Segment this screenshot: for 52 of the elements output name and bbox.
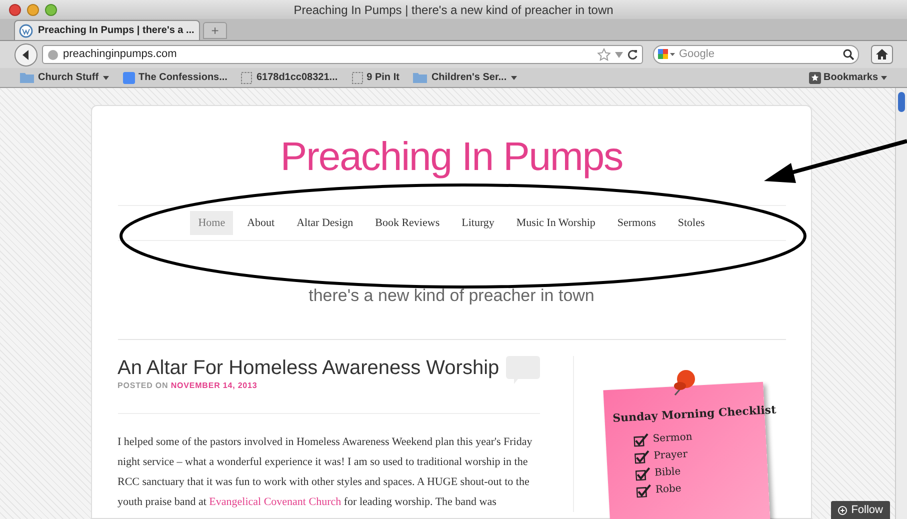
plus-circle-icon xyxy=(838,506,848,514)
site-logo-icon xyxy=(19,24,33,38)
minimize-window-icon[interactable] xyxy=(27,4,39,16)
dropdown-icon[interactable] xyxy=(615,52,623,58)
nav-link[interactable]: Sermons xyxy=(609,210,664,236)
address-field[interactable]: preachinginpumps.com xyxy=(42,45,643,64)
bookmarks-menu[interactable]: Bookmarks xyxy=(808,70,887,85)
back-button[interactable] xyxy=(14,42,38,66)
bookmarks-star-icon xyxy=(808,72,821,84)
bookmark-item[interactable]: Children's Ser... xyxy=(413,70,517,85)
checklist-title: Sunday Morning Checklist xyxy=(612,402,776,426)
site-icon xyxy=(122,72,135,84)
posted-on-label: POSTED ON xyxy=(118,380,168,390)
checklist-item: Prayer xyxy=(652,447,688,464)
page-icon xyxy=(352,72,363,84)
scrollbar[interactable] xyxy=(895,88,907,519)
nav-link[interactable]: Altar Design xyxy=(288,210,362,236)
post-body: I helped some of the pastors involved in Homeless Awareness Weekend plan this year's Friday night service – what a wonderful experience it was! I am so used to traditional worship in the RCC sanctuary that it was fun to work with other styles and spaces. A HUGE shout-out to the youth praise band at Evangelical Covenant Church for leading worship. The band was xyxy=(118,434,534,510)
site-tagline: there's a new kind of preacher in town xyxy=(308,285,594,307)
checklist-item: Bible xyxy=(654,464,681,480)
checklist-item: Robe xyxy=(654,482,682,498)
folder-icon xyxy=(413,72,428,83)
nav-link[interactable]: Book Reviews xyxy=(367,210,448,236)
home-button[interactable] xyxy=(871,45,893,64)
checklist-item: Sermon xyxy=(652,430,692,446)
follow-button[interactable]: Follow xyxy=(831,501,890,519)
page-icon xyxy=(241,72,252,84)
bookmark-item[interactable]: The Confessions... xyxy=(122,70,228,85)
folder-icon xyxy=(20,72,34,83)
dropdown-icon xyxy=(881,76,887,80)
bookmark-item[interactable]: 9 Pin It xyxy=(352,70,400,85)
post-title[interactable]: An Altar For Homeless Awareness Worship xyxy=(118,356,500,380)
search-field[interactable]: Google xyxy=(653,45,859,64)
bookmark-star-icon[interactable] xyxy=(597,48,611,61)
site-title: Preaching In Pumps xyxy=(280,137,623,177)
search-engine-icon[interactable] xyxy=(658,48,676,60)
bookmark-item[interactable]: Church Stuff xyxy=(20,70,109,85)
post-date-link[interactable]: NOVEMBER 14, 2013 xyxy=(170,380,258,390)
nav-link[interactable]: About xyxy=(239,210,283,236)
church-link[interactable]: Evangelical Covenant Church xyxy=(209,496,342,508)
reload-icon[interactable] xyxy=(627,49,638,60)
nav-link[interactable]: Liturgy xyxy=(454,210,502,236)
globe-icon xyxy=(47,48,59,60)
nav-link[interactable]: Stoles xyxy=(670,210,713,236)
zoom-window-icon[interactable] xyxy=(45,4,57,16)
browser-tab[interactable]: Preaching In Pumps | there's a ... xyxy=(14,20,200,40)
bookmark-item[interactable]: 6178d1cc08321... xyxy=(241,70,338,85)
window-title: Preaching In Pumps | there's a new kind of preacher in town xyxy=(292,2,614,18)
search-icon[interactable] xyxy=(843,49,854,60)
close-window-icon[interactable] xyxy=(9,4,21,16)
nav-link[interactable]: Music In Worship xyxy=(508,210,604,236)
nav-link[interactable]: Home xyxy=(190,210,234,236)
